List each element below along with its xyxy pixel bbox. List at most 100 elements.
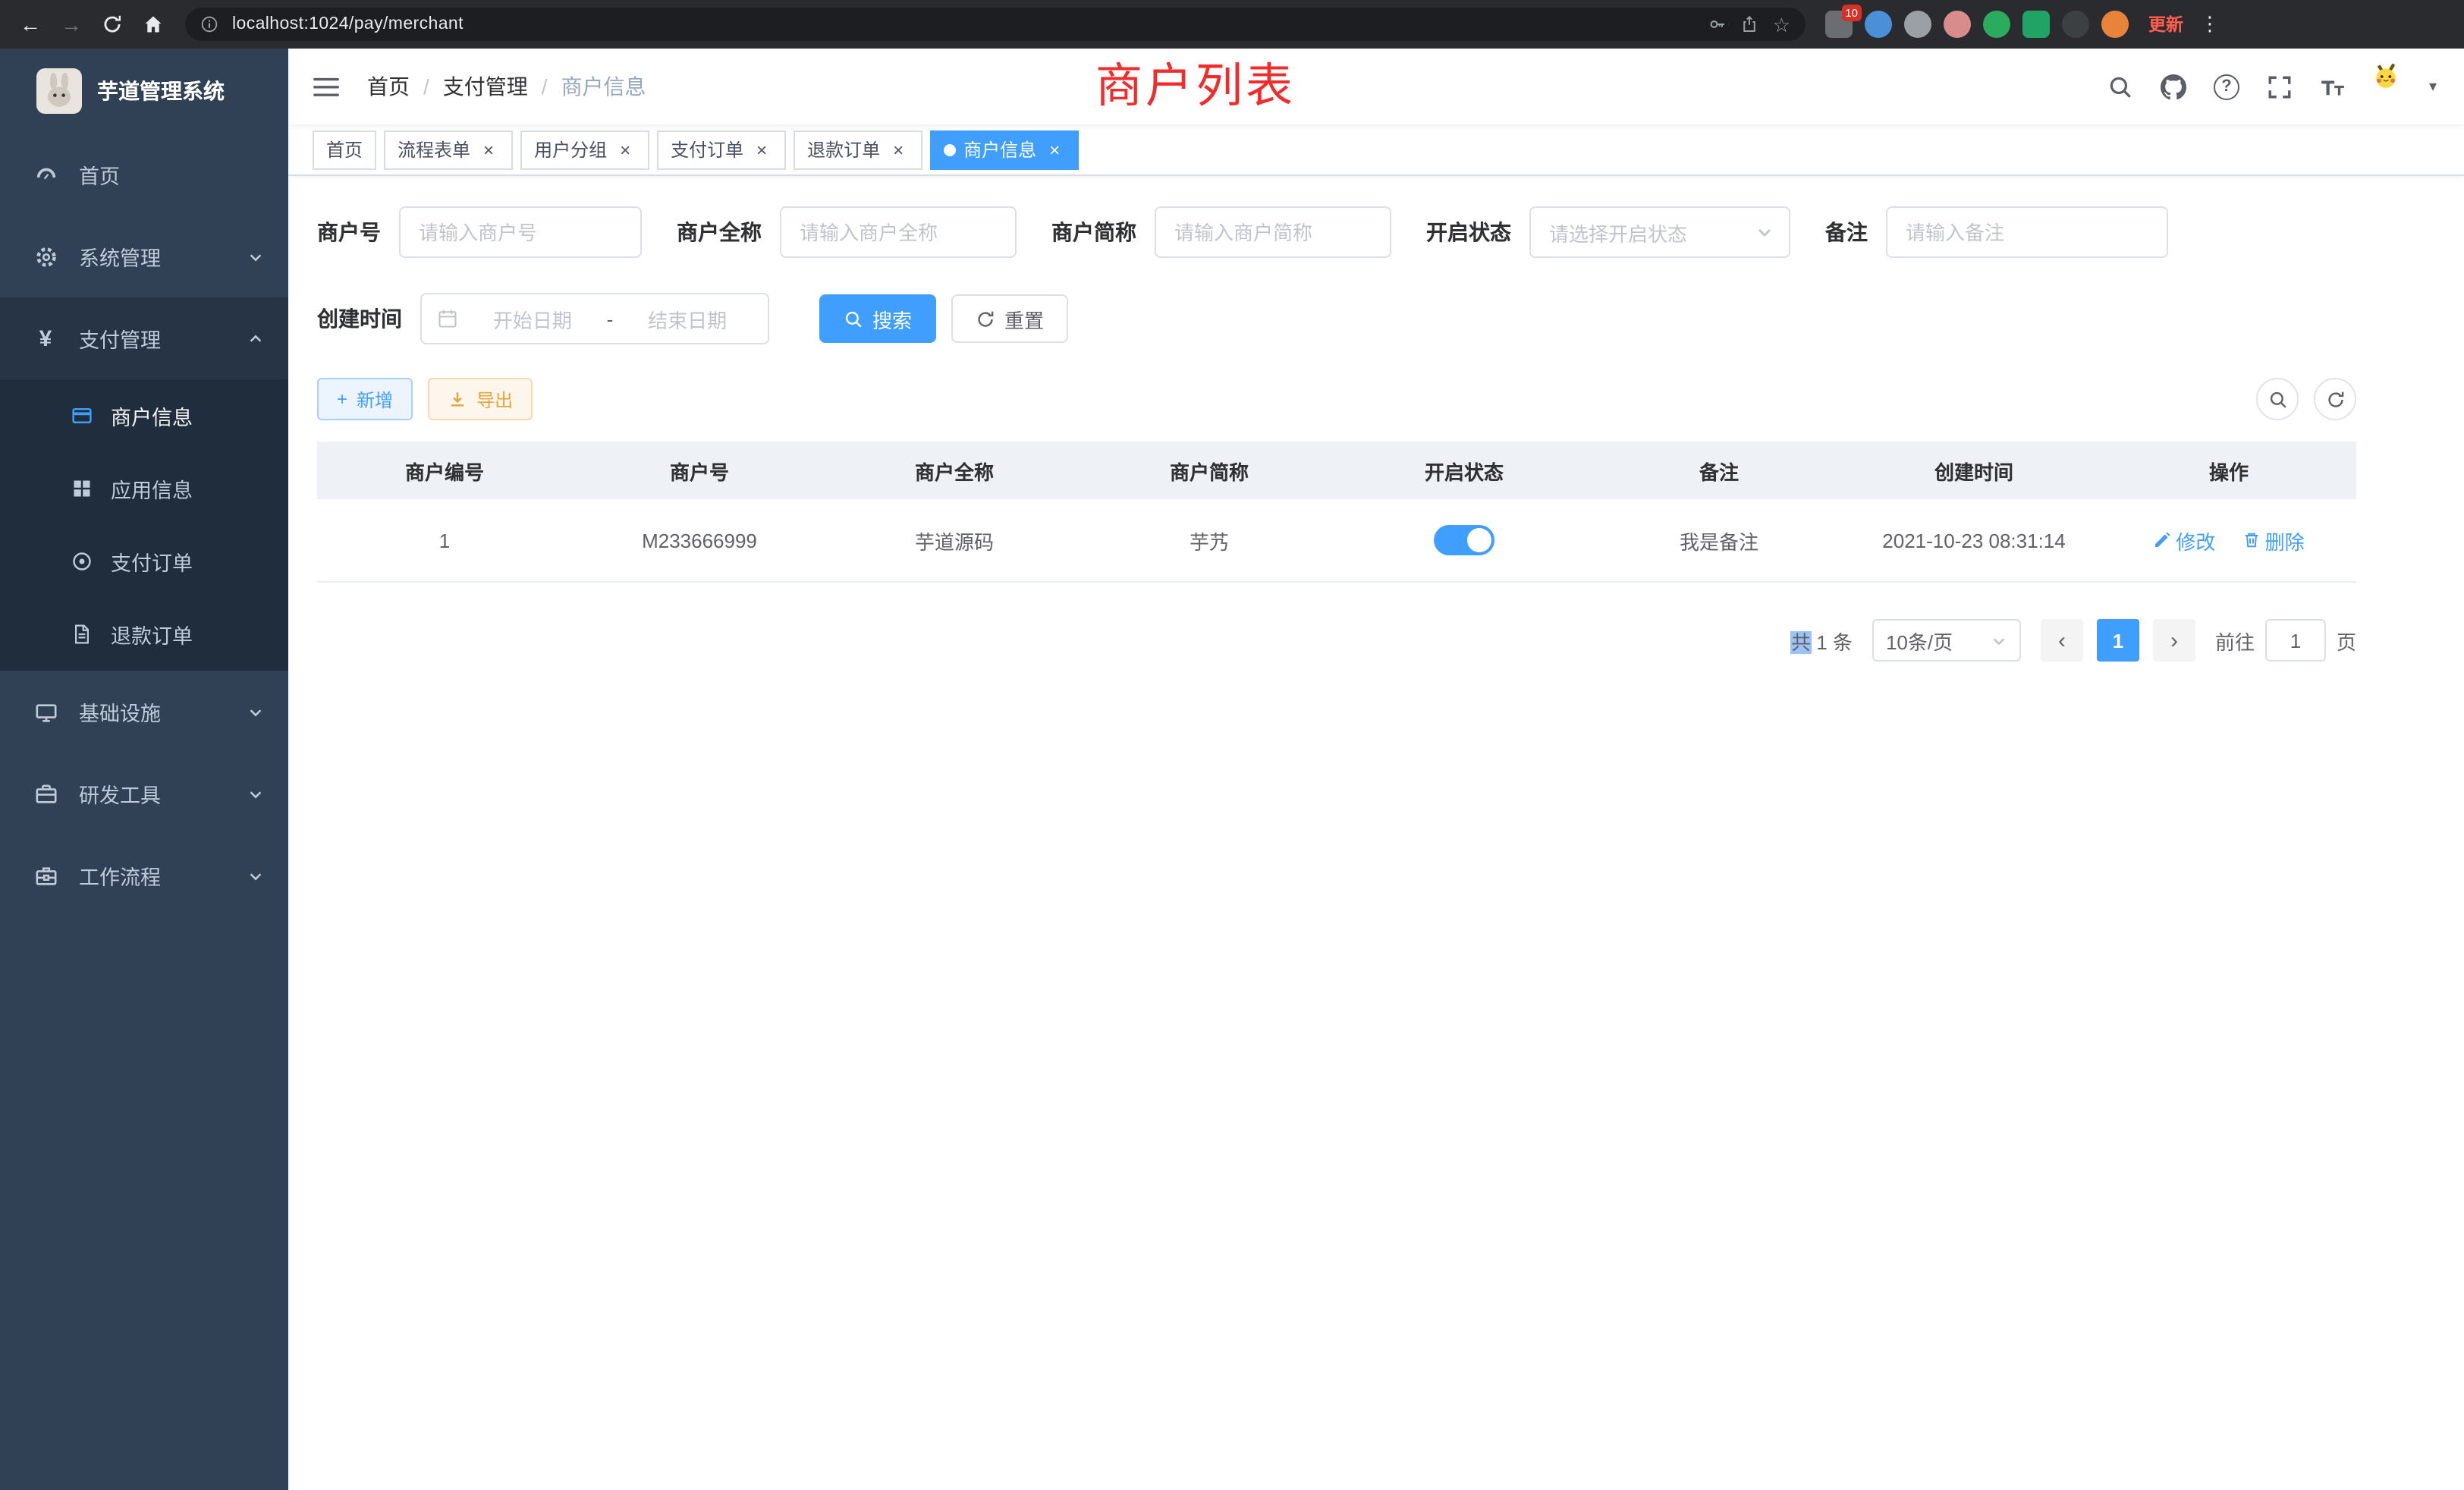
home-icon[interactable] <box>135 6 171 42</box>
tab-pay-order[interactable]: 支付订单× <box>657 130 786 169</box>
delete-link[interactable]: 删除 <box>2242 526 2305 555</box>
sidebar-item-refund-order[interactable]: 退款订单 <box>0 598 288 671</box>
search-button-label: 搜索 <box>872 304 912 333</box>
card-icon <box>70 404 93 427</box>
extension-icon[interactable] <box>1865 11 1892 38</box>
extension-icon[interactable] <box>2062 11 2089 38</box>
status-select[interactable]: 请选择开启状态 <box>1529 206 1790 258</box>
next-page-button[interactable]: › <box>2153 619 2195 662</box>
tab-process-form[interactable]: 流程表单× <box>384 130 513 169</box>
sidebar-item-infra[interactable]: 基础设施 <box>0 671 288 753</box>
tab-label: 首页 <box>326 137 363 162</box>
search-icon <box>844 309 863 328</box>
extension-icon[interactable] <box>1904 11 1931 38</box>
date-start-placeholder: 开始日期 <box>467 304 598 333</box>
full-name-input[interactable] <box>780 206 1017 258</box>
toolbar-right <box>2256 378 2356 420</box>
tab-merchant-info[interactable]: 商户信息× <box>930 130 1079 169</box>
forward-icon[interactable]: → <box>53 6 90 42</box>
extension-icon[interactable] <box>2022 11 2050 38</box>
prev-page-button[interactable]: ‹ <box>2041 619 2083 662</box>
trash-icon <box>2242 531 2261 549</box>
sidebar-item-home[interactable]: 首页 <box>0 134 288 215</box>
select-placeholder: 请选择开启状态 <box>1549 218 1687 247</box>
tab-refund-order[interactable]: 退款订单× <box>794 130 922 169</box>
edit-link[interactable]: 修改 <box>2153 526 2215 555</box>
sidebar-item-devtools[interactable]: 研发工具 <box>0 753 288 835</box>
date-end-placeholder: 结束日期 <box>622 304 753 333</box>
breadcrumb-item[interactable]: 首页 <box>367 71 410 102</box>
breadcrumb-item[interactable]: 支付管理 <box>443 71 528 102</box>
chevron-down-icon <box>247 703 264 720</box>
close-icon[interactable]: × <box>478 139 499 160</box>
field-label: 商户全称 <box>677 217 762 247</box>
filter-status: 开启状态 请选择开启状态 <box>1426 206 1790 258</box>
key-icon[interactable] <box>1709 15 1727 33</box>
page-number-1[interactable]: 1 <box>2097 619 2139 662</box>
chevron-down-icon <box>247 785 264 802</box>
cell-remark: 我是备注 <box>1592 526 1846 555</box>
table-toolbar: + 新增 导出 <box>317 378 2356 420</box>
breadcrumb-item-current: 商户信息 <box>561 71 646 102</box>
cell-id: 1 <box>317 529 572 552</box>
main-area: 首页 / 支付管理 / 商户信息 商户列表 ? ▾ 首页 流程表单× <box>288 49 2464 1490</box>
reset-button[interactable]: 重置 <box>951 294 1068 343</box>
short-name-input[interactable] <box>1155 206 1391 258</box>
filter-row-2: 创建时间 开始日期 - 结束日期 搜索 重置 <box>317 293 2464 344</box>
site-info-icon[interactable] <box>200 15 218 33</box>
extension-icon[interactable] <box>1944 11 1971 38</box>
close-icon[interactable]: × <box>751 139 772 160</box>
sidebar-item-merchant-info[interactable]: 商户信息 <box>0 379 288 452</box>
update-button[interactable]: 更新 <box>2148 12 2183 36</box>
github-icon[interactable] <box>2161 74 2186 99</box>
add-button[interactable]: + 新增 <box>317 378 413 420</box>
extension-icon[interactable]: 10 <box>1825 11 1853 38</box>
table-header: 商户全称 <box>827 456 1082 485</box>
fullscreen-icon[interactable] <box>2267 74 2293 99</box>
merchant-no-input[interactable] <box>399 206 642 258</box>
user-avatar-dropdown[interactable]: ▾ <box>2373 64 2437 109</box>
goto-input[interactable] <box>2265 619 2326 662</box>
tab-user-group[interactable]: 用户分组× <box>520 130 649 169</box>
sidebar-item-pay-order[interactable]: 支付订单 <box>0 525 288 598</box>
export-button[interactable]: 导出 <box>428 378 533 420</box>
sidebar-item-pay[interactable]: ¥ 支付管理 <box>0 297 288 379</box>
back-icon[interactable]: ← <box>12 6 49 42</box>
sidebar-logo[interactable]: 芋道管理系统 <box>0 49 288 134</box>
refresh-button[interactable] <box>2314 378 2356 420</box>
cell-short-name: 芋艿 <box>1082 526 1337 555</box>
extension-badge: 10 <box>1841 5 1862 20</box>
grid-icon <box>70 477 93 500</box>
search-icon[interactable] <box>2107 74 2133 99</box>
chevron-down-icon <box>247 248 264 265</box>
close-icon[interactable]: × <box>1044 139 1065 160</box>
reload-icon[interactable] <box>94 6 130 42</box>
sidebar: 芋道管理系统 首页 系统管理 ¥ 支付管理 商户信息 应用信息 <box>0 49 288 1490</box>
sidebar-item-system[interactable]: 系统管理 <box>0 215 288 297</box>
page-size-select[interactable]: 10条/页 <box>1872 619 2021 662</box>
sidebar-item-app-info[interactable]: 应用信息 <box>0 452 288 525</box>
remark-input[interactable] <box>1886 206 2168 258</box>
date-range-picker[interactable]: 开始日期 - 结束日期 <box>420 293 769 344</box>
url-bar[interactable]: localhost:1024/pay/merchant ☆ <box>185 8 1806 41</box>
sidebar-item-workflow[interactable]: 工作流程 <box>0 835 288 916</box>
toggle-search-button[interactable] <box>2256 378 2299 420</box>
sidebar-item-label: 应用信息 <box>111 473 193 504</box>
extension-icon[interactable] <box>1983 11 2010 38</box>
profile-avatar[interactable] <box>2101 11 2129 38</box>
share-icon[interactable] <box>1741 15 1759 33</box>
close-icon[interactable]: × <box>888 139 909 160</box>
status-toggle[interactable] <box>1434 525 1494 555</box>
cell-create-time: 2021-10-23 08:31:14 <box>1846 529 2101 552</box>
browser-menu-icon[interactable]: ⋮ <box>2194 12 2226 36</box>
help-icon[interactable]: ? <box>2214 74 2239 99</box>
close-icon[interactable]: × <box>614 139 636 160</box>
gear-icon <box>33 244 58 269</box>
bookmark-star-icon[interactable]: ☆ <box>1773 14 1790 34</box>
search-button[interactable]: 搜索 <box>819 294 936 343</box>
tab-home[interactable]: 首页 <box>313 130 376 169</box>
hamburger-icon[interactable] <box>306 75 355 98</box>
page-unit-label: 页 <box>2337 626 2356 655</box>
font-size-icon[interactable] <box>2320 74 2346 99</box>
refresh-icon <box>976 309 995 328</box>
